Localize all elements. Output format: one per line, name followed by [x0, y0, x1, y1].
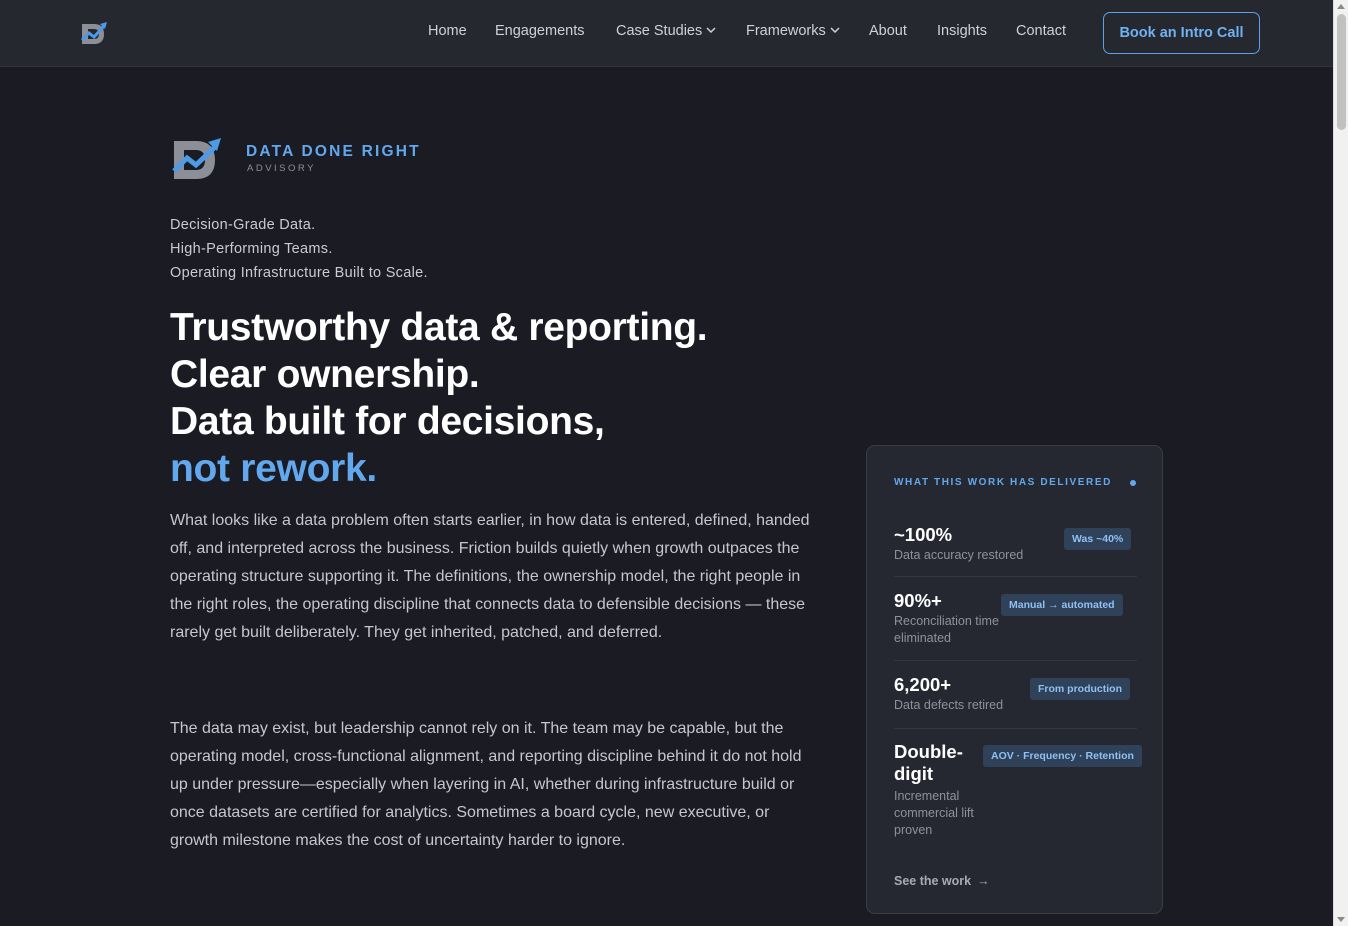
- scroll-down-icon[interactable]: [1337, 917, 1345, 922]
- card-title: WHAT THIS WORK HAS DELIVERED: [894, 477, 1112, 488]
- chevron-down-icon: [706, 27, 716, 33]
- nav-engagements[interactable]: Engagements: [495, 23, 584, 39]
- nav-about[interactable]: About: [869, 23, 907, 39]
- see-the-work-link[interactable]: See the work →: [894, 874, 990, 888]
- scroll-up-icon[interactable]: [1337, 4, 1345, 9]
- brand-name: DATA DONE RIGHT: [246, 143, 421, 160]
- headline-accent: not rework.: [170, 447, 377, 490]
- tagline-1: Decision-Grade Data.: [170, 217, 316, 233]
- brand-subtitle: ADVISORY: [247, 163, 316, 174]
- stat-badge: Was ~40%: [1064, 528, 1132, 550]
- nav-home[interactable]: Home: [428, 23, 467, 39]
- nav-contact[interactable]: Contact: [1016, 23, 1066, 39]
- book-intro-call-button[interactable]: Book an Intro Call: [1103, 12, 1260, 54]
- nav-case-studies-label: Case Studies: [616, 23, 703, 39]
- stat-value: 90%+: [894, 590, 942, 611]
- stat-badge: AOV · Frequency · Retention: [983, 745, 1142, 767]
- top-navbar: Home Engagements Case Studies Frameworks…: [0, 0, 1333, 67]
- logo-icon[interactable]: [80, 20, 108, 48]
- tagline-3: Operating Infrastructure Built to Scale.: [170, 265, 428, 281]
- scrollbar-thumb[interactable]: [1337, 14, 1346, 130]
- nav-frameworks-label: Frameworks: [746, 23, 826, 39]
- stat-label: Incremental commercial lift proven: [894, 789, 974, 837]
- divider: [894, 660, 1137, 661]
- nav-case-studies[interactable]: Case Studies: [616, 23, 716, 39]
- hero-paragraph-1: What looks like a data problem often sta…: [170, 512, 810, 641]
- stat-badge: Manual → automated: [1001, 594, 1123, 616]
- card-dot-icon: [1130, 480, 1136, 486]
- stat-item: 90%+ Reconciliation time eliminated: [894, 590, 1004, 647]
- headline-line-1: Trustworthy data & reporting.: [170, 306, 708, 349]
- delivered-card: WHAT THIS WORK HAS DELIVERED ~100% Data …: [866, 445, 1163, 914]
- hero-paragraph-2: The data may exist, but leadership canno…: [170, 720, 802, 849]
- nav-frameworks[interactable]: Frameworks: [746, 23, 840, 39]
- divider: [894, 728, 1137, 729]
- chevron-down-icon: [830, 27, 840, 33]
- stat-badge: From production: [1030, 678, 1130, 700]
- hero-headline: Trustworthy data & reporting. Clear owne…: [170, 304, 830, 492]
- see-the-work-label: See the work: [894, 874, 972, 888]
- brand-logo-icon: [172, 138, 221, 179]
- arrow-right-icon: →: [977, 874, 990, 888]
- stat-item: Double-digit Incremental commercial lift…: [894, 741, 976, 839]
- stat-label: Reconciliation time eliminated: [894, 614, 999, 645]
- nav-insights[interactable]: Insights: [937, 23, 987, 39]
- page-scrollbar[interactable]: [1333, 0, 1348, 926]
- headline-line-3: Data built for decisions,: [170, 400, 605, 443]
- stat-value: Double-digit: [894, 741, 963, 784]
- tagline-2: High-Performing Teams.: [170, 241, 333, 257]
- divider: [894, 576, 1137, 577]
- headline-line-2: Clear ownership.: [170, 353, 480, 396]
